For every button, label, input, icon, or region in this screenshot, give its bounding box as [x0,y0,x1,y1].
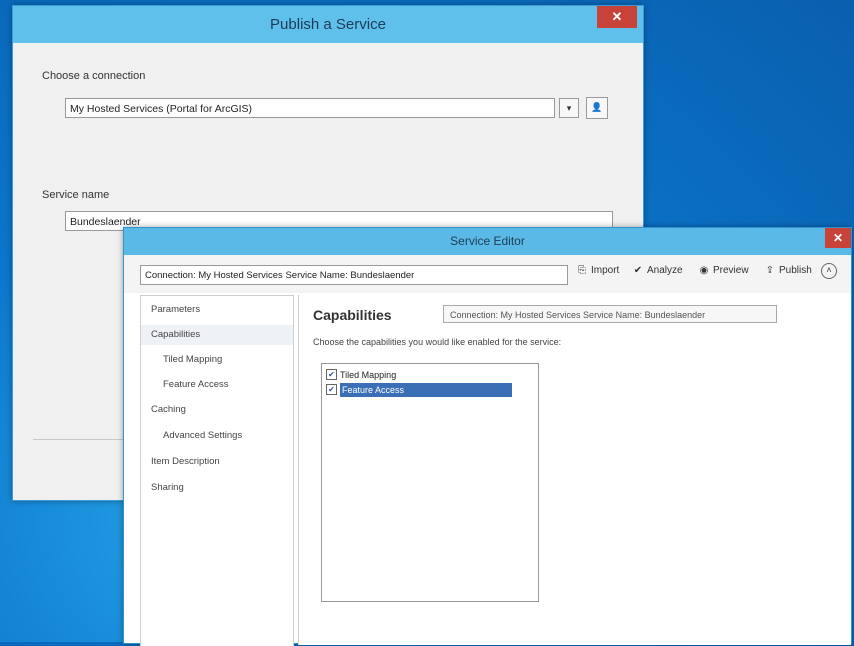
capability-feature-access-label: Feature Access [340,383,512,397]
publish-icon: ⇪ [765,265,775,276]
nav-caching[interactable]: Caching [141,400,293,420]
connection-dropdown-button[interactable]: ▾ [559,98,579,118]
import-icon: ⎘ [578,265,586,276]
nav-capabilities[interactable]: Capabilities [141,325,293,345]
analyze-label: Analyze [647,265,683,276]
connection-label: Choose a connection [42,70,146,82]
nav-feature-access[interactable]: Feature Access [141,375,293,395]
nav-item-description[interactable]: Item Description [141,452,293,472]
capability-tiled-mapping-label: Tiled Mapping [340,370,397,380]
checkbox-checked-icon[interactable]: ✔ [326,384,337,396]
user-icon: 👤 [591,102,603,112]
capabilities-description: Choose the capabilities you would like e… [313,337,562,347]
chevron-up-icon[interactable]: ˄ [821,263,837,279]
check-icon: ✔ [633,265,643,276]
nav-tiled-mapping[interactable]: Tiled Mapping [141,350,293,370]
capabilities-panel: Capabilities Connection: My Hosted Servi… [298,295,851,645]
preview-icon: ◉ [699,265,709,276]
publish-label: Publish [779,265,812,276]
preview-button[interactable]: ◉ Preview [698,265,749,276]
preview-label: Preview [713,265,749,276]
service-editor-nav: Parameters Capabilities Tiled Mapping Fe… [140,295,294,646]
publish-dialog-title: Publish a Service [13,6,643,43]
connection-sign-in-button[interactable]: 👤 [586,97,608,119]
publish-dialog-close-button[interactable]: ✕ [597,6,637,28]
service-editor-title: Service Editor [124,228,851,255]
nav-parameters[interactable]: Parameters [141,300,293,320]
chevron-down-icon: ▾ [566,103,572,113]
checkbox-checked-icon[interactable]: ✔ [326,369,337,381]
service-editor-window: Service Editor ✕ Connection: My Hosted S… [123,227,852,646]
import-label: Import [591,265,620,276]
nav-sharing[interactable]: Sharing [141,478,293,498]
service-editor-close-button[interactable]: ✕ [825,228,851,248]
service-header-field: Connection: My Hosted Services Service N… [140,265,568,285]
nav-advanced-settings[interactable]: Advanced Settings [141,426,293,446]
import-button[interactable]: ⎘ Import [576,265,619,276]
connection-select[interactable]: My Hosted Services (Portal for ArcGIS) [65,98,555,118]
service-name-label: Service name [42,189,110,201]
analyze-button[interactable]: ✔ Analyze [632,265,683,276]
publish-button[interactable]: ⇪ Publish [764,265,812,276]
capability-tiled-mapping[interactable]: ✔ Tiled Mapping [326,368,396,382]
capabilities-heading: Capabilities [313,307,392,323]
capabilities-list: ✔ Tiled Mapping ✔ Feature Access [321,363,539,602]
capabilities-connection-box: Connection: My Hosted Services Service N… [443,305,777,323]
service-editor-toolbar: Connection: My Hosted Services Service N… [124,255,851,293]
capability-feature-access[interactable]: ✔ Feature Access [326,383,512,397]
